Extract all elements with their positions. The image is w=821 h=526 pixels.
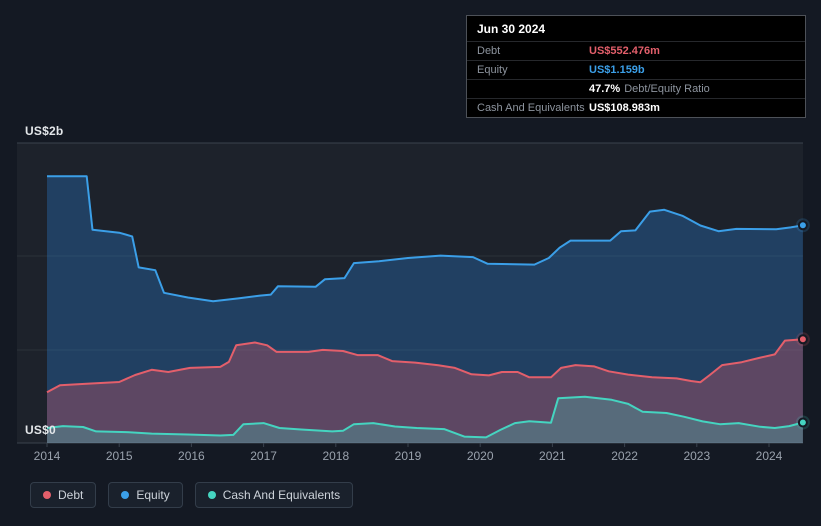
tooltip-cash-value: US$108.983m [589, 102, 660, 114]
tooltip-ratio-value: 47.7% [589, 83, 621, 95]
legend-item-cash[interactable]: Cash And Equivalents [194, 482, 354, 508]
x-axis-label: 2022 [611, 449, 638, 463]
chart-tooltip: Jun 30 2024 Debt US$552.476m Equity US$1… [466, 15, 806, 118]
tooltip-equity-value: US$1.159b [589, 64, 645, 76]
x-axis-label: 2017 [250, 449, 277, 463]
tooltip-date: Jun 30 2024 [467, 16, 805, 42]
tooltip-equity-label: Equity [477, 64, 508, 76]
cash-series-dot-icon [207, 491, 216, 499]
legend-equity-label: Equity [136, 488, 170, 502]
chart-legend: Debt Equity Cash And Equivalents [30, 482, 354, 508]
tooltip-cash-label: Cash And Equivalents [477, 102, 585, 114]
x-axis-ticks [46, 443, 770, 447]
x-axis-label: 2020 [466, 449, 494, 463]
y-axis-label-max: US$2b [25, 124, 64, 138]
tooltip-row-cash: Cash And Equivalents US$108.983m [467, 99, 805, 117]
legend-item-debt[interactable]: Debt [30, 482, 97, 508]
series-endpoint-dot [797, 220, 808, 231]
series-endpoint-dot [797, 417, 808, 428]
tooltip-row-equity: Equity US$1.159b [467, 61, 805, 80]
tooltip-ratio-label: Debt/Equity Ratio [624, 83, 710, 95]
x-axis-label: 2021 [539, 449, 566, 463]
x-axis-label: 2019 [394, 449, 422, 463]
x-axis-label: 2016 [178, 449, 205, 463]
legend-cash-label: Cash And Equivalents [222, 488, 341, 502]
legend-item-equity[interactable]: Equity [108, 482, 183, 508]
legend-debt-label: Debt [58, 488, 84, 502]
tooltip-row-ratio: 47.7% Debt/Equity Ratio [467, 80, 805, 99]
x-axis-label: 2018 [322, 449, 350, 463]
equity-series-dot-icon [121, 491, 130, 499]
tooltip-row-debt: Debt US$552.476m [467, 42, 805, 61]
debt-series-dot-icon [43, 491, 51, 499]
y-axis-label-zero: US$0 [25, 423, 56, 437]
x-axis-label: 2024 [755, 449, 783, 463]
x-axis-label: 2023 [683, 449, 711, 463]
x-axis-label: 2014 [33, 449, 61, 463]
tooltip-debt-label: Debt [477, 45, 501, 57]
tooltip-debt-value: US$552.476m [589, 45, 660, 57]
chart-panel: US$2b US$0 2014 2015 2016 2017 2018 2019 2020 2… [0, 0, 821, 526]
x-axis-label: 2015 [105, 449, 133, 463]
series-endpoint-dot [797, 334, 808, 345]
